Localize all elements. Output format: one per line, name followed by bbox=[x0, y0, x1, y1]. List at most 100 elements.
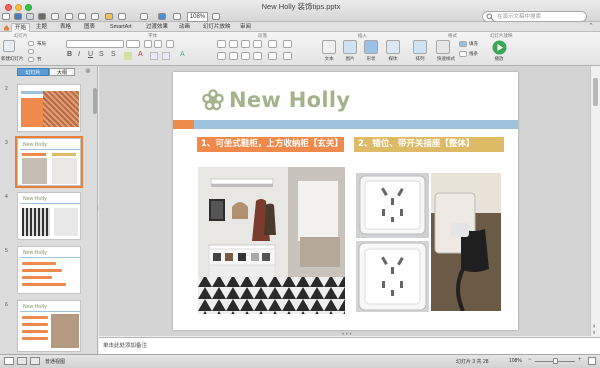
shape-icon[interactable] bbox=[364, 40, 378, 54]
vertical-align-icon[interactable] bbox=[283, 52, 292, 60]
slide-sorter-icon[interactable] bbox=[17, 357, 27, 365]
sidebar-scrollbar-thumb[interactable] bbox=[93, 88, 97, 114]
socket-photo-plugged[interactable] bbox=[431, 173, 501, 311]
zoom-out-icon[interactable]: − bbox=[528, 357, 532, 363]
underline-icon[interactable]: U bbox=[88, 51, 93, 58]
slide-thumbnail-5[interactable]: New Holly bbox=[17, 246, 81, 294]
notes-field[interactable]: 单击此处添加备注 bbox=[99, 337, 600, 354]
font-shrink-icon[interactable] bbox=[154, 40, 162, 48]
close-window-button[interactable] bbox=[5, 4, 12, 11]
normal-view-icon[interactable] bbox=[4, 357, 14, 365]
quick-styles-button[interactable]: 快速样式 bbox=[434, 56, 458, 62]
zoom-window-button[interactable] bbox=[25, 4, 32, 11]
bold-icon[interactable]: B bbox=[67, 51, 72, 58]
slide-thumbnail-6[interactable]: New Holly bbox=[17, 300, 81, 352]
font-name-select[interactable] bbox=[66, 40, 124, 48]
slide-thumbnail-4[interactable]: New Holly bbox=[17, 192, 81, 240]
entryway-photo[interactable] bbox=[198, 167, 345, 314]
minimize-window-button[interactable] bbox=[15, 4, 22, 11]
fill-button[interactable]: 填充 bbox=[469, 41, 478, 47]
next-slide-icon[interactable]: ⇟ bbox=[592, 330, 596, 336]
font-color-icon[interactable]: A bbox=[138, 51, 143, 58]
arrange-button[interactable]: 排列 bbox=[411, 56, 429, 62]
numbering-icon[interactable] bbox=[229, 40, 238, 48]
gallery-icon[interactable] bbox=[158, 13, 166, 20]
columns-icon[interactable] bbox=[283, 40, 292, 48]
collapse-ribbon-icon[interactable]: ⌃ bbox=[588, 22, 594, 30]
media-button[interactable]: 媒体 bbox=[384, 56, 402, 62]
section-button[interactable]: 节 bbox=[37, 57, 42, 63]
change-case-icon[interactable] bbox=[162, 52, 170, 60]
text-icon[interactable] bbox=[322, 40, 336, 54]
arrange-icon[interactable] bbox=[413, 40, 427, 54]
close-pane-icon[interactable]: ⊗ bbox=[85, 67, 91, 75]
justify-icon[interactable] bbox=[253, 52, 262, 60]
save-icon[interactable] bbox=[38, 13, 46, 20]
tab-outline[interactable]: 大纲 bbox=[49, 68, 75, 76]
new-slide-button[interactable]: 新建幻灯片 bbox=[1, 56, 24, 62]
picture-icon[interactable] bbox=[343, 40, 357, 54]
cut-icon[interactable] bbox=[65, 13, 73, 20]
text-effects-icon[interactable]: A bbox=[180, 51, 185, 58]
help-icon[interactable] bbox=[212, 13, 220, 20]
copy-icon[interactable] bbox=[78, 13, 86, 20]
clear-format-icon[interactable] bbox=[166, 40, 174, 48]
shadow-icon[interactable]: S bbox=[99, 51, 104, 58]
line-button[interactable]: 线条 bbox=[469, 51, 478, 57]
scrollbar-thumb[interactable] bbox=[593, 78, 598, 106]
print-icon[interactable] bbox=[51, 13, 59, 20]
increase-indent-icon[interactable] bbox=[253, 40, 262, 48]
caption-entryway[interactable]: 1、可坐式鞋柜，上方收纳柜【玄关】 bbox=[197, 137, 344, 152]
highlight-icon[interactable] bbox=[124, 52, 132, 60]
format-painter-icon[interactable] bbox=[105, 13, 113, 20]
undo-icon[interactable] bbox=[118, 13, 126, 20]
caption-socket[interactable]: 2、错位、带开关插座【整体】 bbox=[354, 137, 504, 152]
tab-review[interactable]: 审阅 bbox=[237, 23, 254, 32]
tab-slideshow[interactable]: 幻灯片放映 bbox=[200, 23, 234, 32]
quick-styles-icon[interactable] bbox=[436, 40, 450, 54]
play-icon[interactable] bbox=[492, 40, 507, 55]
socket-photo-1[interactable] bbox=[356, 173, 429, 238]
zoom-in-icon[interactable]: + bbox=[578, 357, 582, 363]
paste-icon[interactable] bbox=[91, 13, 99, 20]
align-center-icon[interactable] bbox=[229, 52, 238, 60]
decrease-indent-icon[interactable] bbox=[241, 40, 250, 48]
tab-animations[interactable]: 动画 bbox=[176, 23, 193, 32]
reading-view-icon[interactable] bbox=[30, 357, 40, 365]
slide-thumbnail-2[interactable] bbox=[17, 84, 81, 132]
reset-icon[interactable] bbox=[28, 49, 34, 54]
font-size-select[interactable] bbox=[126, 40, 140, 48]
slideshow-icon[interactable] bbox=[173, 13, 181, 20]
bullets-icon[interactable] bbox=[217, 40, 226, 48]
tab-slides[interactable]: 幻灯片 bbox=[17, 68, 49, 76]
slide-thumbnail-3[interactable]: New Holly bbox=[15, 136, 83, 188]
slide[interactable]: New Holly 1、可坐式鞋柜，上方收纳柜【玄关】 2、错位、带开关插座【整… bbox=[173, 72, 518, 330]
char-spacing-icon[interactable] bbox=[150, 52, 158, 60]
new-document-icon[interactable] bbox=[14, 13, 22, 20]
italic-icon[interactable]: I bbox=[78, 51, 80, 58]
zoom-slider-thumb[interactable] bbox=[553, 358, 558, 364]
text-button[interactable]: 文本 bbox=[320, 56, 338, 62]
play-button[interactable]: 播放 bbox=[490, 56, 508, 62]
tab-themes[interactable]: 主题 bbox=[33, 23, 50, 32]
vertical-scrollbar[interactable]: ⇞ ⇟ bbox=[590, 66, 600, 336]
slide-title[interactable]: New Holly bbox=[229, 88, 350, 112]
align-left-icon[interactable] bbox=[217, 52, 226, 60]
fit-to-window-icon[interactable] bbox=[588, 357, 596, 365]
sidebar-toggle-icon[interactable] bbox=[2, 13, 10, 20]
socket-photo-2[interactable] bbox=[356, 241, 429, 312]
strikethrough-icon[interactable]: S bbox=[111, 51, 116, 58]
layout-button[interactable]: 布局 bbox=[37, 41, 46, 47]
tab-smartart[interactable]: SmartArt bbox=[107, 23, 135, 32]
tab-transitions[interactable]: 过渡效果 bbox=[143, 23, 171, 32]
new-slide-icon[interactable] bbox=[3, 40, 15, 52]
line-spacing-icon[interactable] bbox=[268, 52, 277, 60]
redo-icon[interactable] bbox=[140, 13, 148, 20]
text-direction-icon[interactable] bbox=[268, 40, 277, 48]
media-icon[interactable] bbox=[386, 40, 400, 54]
picture-button[interactable]: 图片 bbox=[341, 56, 359, 62]
zoom-field[interactable]: 108% bbox=[187, 12, 208, 22]
shape-button[interactable]: 形状 bbox=[362, 56, 380, 62]
font-grow-icon[interactable] bbox=[144, 40, 152, 48]
align-right-icon[interactable] bbox=[241, 52, 250, 60]
